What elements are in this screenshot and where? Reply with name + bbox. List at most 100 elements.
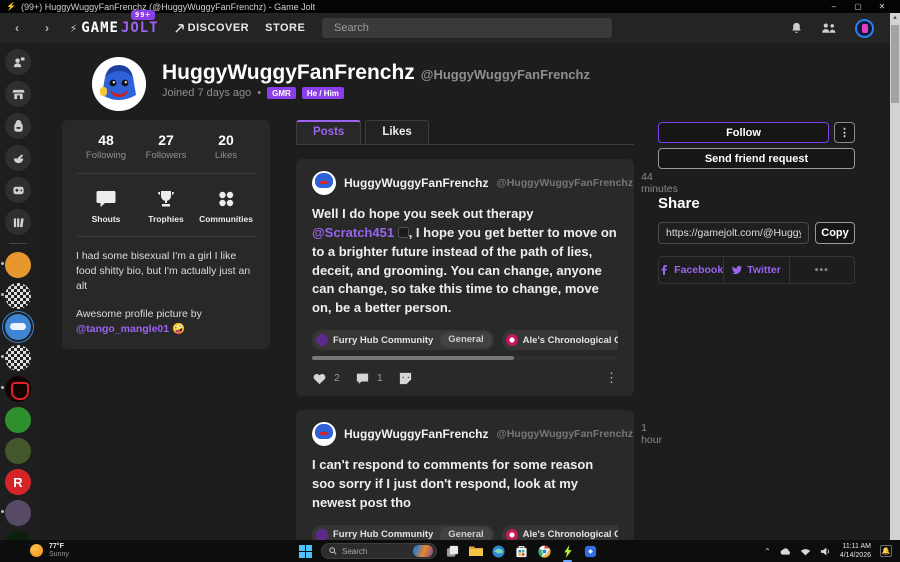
stat-followers[interactable]: 27 Followers (136, 132, 196, 161)
backpack-icon[interactable] (5, 113, 31, 139)
chevron-up-icon[interactable]: ⌃ (764, 547, 771, 556)
forward-arrow-icon[interactable]: › (40, 21, 54, 35)
community-tag[interactable]: Ale's Chronological Chaos World TeamGene… (501, 524, 618, 540)
communities-icon (219, 191, 234, 207)
profile-options-button[interactable]: ⋮ (834, 122, 855, 143)
clock-time: 11:11 AM (842, 542, 871, 550)
avatar-green-character[interactable] (5, 407, 31, 433)
mention-link[interactable]: @Scratch451 (312, 225, 394, 240)
maximize-button[interactable]: ▢ (846, 0, 870, 13)
community-tag[interactable]: Ale's Chronological Chaos World TeamGene… (501, 330, 618, 351)
post-author-avatar[interactable] (312, 422, 336, 447)
post-author-avatar[interactable] (312, 171, 336, 195)
onedrive-cloud-icon[interactable] (780, 546, 791, 557)
taskbar-weather-widget[interactable]: 77°F Sunny (30, 542, 69, 559)
mention-avatar-chip (397, 226, 409, 238)
gamejolt-taskbar-icon[interactable] (560, 544, 575, 562)
unread-dot (1, 355, 4, 358)
task-view-icon[interactable] (445, 544, 460, 559)
minimize-button[interactable]: – (822, 0, 846, 13)
nav-discover[interactable]: DISCOVER (175, 22, 249, 34)
avatar-roblox-r[interactable]: R (5, 469, 31, 495)
communities-button[interactable]: Communities (196, 188, 256, 224)
post-timestamp[interactable]: 1 hour (641, 422, 662, 446)
trophies-button[interactable]: Trophies (136, 188, 196, 224)
search-input[interactable] (322, 18, 612, 38)
community-tag[interactable]: Furry Hub Community General (312, 524, 494, 540)
speaker-icon[interactable] (820, 546, 831, 557)
shouts-button[interactable]: Shouts (76, 188, 136, 224)
friends-icon[interactable] (821, 22, 837, 34)
profile-avatar[interactable] (92, 57, 146, 111)
gamejolt-bolt-icon: ⚡ (6, 2, 16, 11)
library-icon[interactable] (5, 209, 31, 235)
edge-icon[interactable] (491, 544, 506, 559)
avatar-pixel-2[interactable] (5, 345, 31, 371)
ms-store-icon[interactable] (514, 544, 529, 559)
stat-likes[interactable]: 20 Likes (196, 132, 256, 161)
scrollbar-thumb[interactable] (891, 25, 899, 103)
logo-game-text: GAME (81, 20, 119, 36)
tags-scrollbar[interactable] (312, 356, 618, 361)
community-tag[interactable]: Furry Hub Community General (312, 330, 494, 351)
stat-following[interactable]: 48 Following (76, 132, 136, 161)
like-icon[interactable] (312, 371, 327, 386)
avatar-blue-cloud[interactable] (5, 314, 31, 340)
avatar-orange-emoji[interactable] (5, 252, 31, 278)
notification-count-badge: 99+ (131, 10, 155, 20)
file-explorer-icon[interactable] (468, 544, 483, 559)
copy-button[interactable]: Copy (815, 222, 855, 244)
share-url-input[interactable] (658, 222, 809, 244)
twitter-icon (732, 265, 743, 275)
stats-row: 48 Following 27 Followers 20 Likes (76, 132, 256, 174)
start-icon[interactable] (298, 544, 313, 559)
tab-likes[interactable]: Likes (365, 120, 429, 144)
search-icon (329, 547, 337, 555)
avatar-red-lineart[interactable] (5, 376, 31, 402)
profile-actions-row: Shouts Trophies Communities (76, 174, 256, 237)
wifi-icon[interactable] (800, 546, 811, 557)
post-body: Well I do hope you seek out therapy @Scr… (312, 206, 617, 316)
comment-icon[interactable] (355, 371, 370, 386)
taskbar-search[interactable]: Search (321, 543, 437, 559)
chrome-icon[interactable] (537, 544, 552, 559)
profile-bio: I had some bisexual I'm a girl I like fo… (76, 237, 256, 337)
avatar-pixel-scene[interactable] (5, 500, 31, 526)
gamejolt-logo[interactable]: ⚡ GAME JOLT 99+ (70, 10, 159, 36)
avatar-camo-character[interactable] (5, 438, 31, 464)
post-author-name[interactable]: HuggyWuggyFanFrenchz (344, 427, 488, 441)
avatar-pixel-1[interactable] (5, 283, 31, 309)
shop-icon[interactable] (5, 81, 31, 107)
games-icon[interactable] (5, 177, 31, 203)
taskbar-clock[interactable]: 11:11 AM 4/14/2026 (840, 542, 871, 561)
follow-button[interactable]: Follow (658, 122, 829, 143)
send-friend-request-button[interactable]: Send friend request (658, 148, 855, 169)
post-author-name[interactable]: HuggyWuggyFanFrenchz (344, 176, 488, 190)
window-scrollbar[interactable]: ▲ (890, 13, 900, 540)
back-arrow-icon[interactable]: ‹ (10, 21, 24, 35)
share-more-button[interactable]: ••• (788, 257, 854, 283)
close-button[interactable]: ✕ (870, 0, 894, 13)
post-options-kebab[interactable]: ⋮ (605, 370, 618, 386)
notification-center-icon[interactable]: 🔔 (880, 545, 892, 557)
avatar-partial[interactable] (5, 531, 31, 540)
profile-name: HuggyWuggyFanFrenchz @HuggyWuggyFanFrench… (162, 61, 590, 84)
user-avatar[interactable] (855, 18, 874, 38)
window-title: (99+) HuggyWuggyFanFrenchz (@HuggyWuggyF… (20, 1, 316, 12)
share-twitter-button[interactable]: Twitter (723, 257, 788, 283)
share-facebook-button[interactable]: Facebook (659, 257, 723, 283)
share-social-row: Facebook Twitter ••• (658, 256, 855, 284)
scroll-up-arrow[interactable]: ▲ (890, 13, 900, 23)
feed-icon[interactable] (5, 49, 31, 75)
bio-credit-link[interactable]: @tango_mangle01 (76, 323, 169, 335)
share-title: Share (658, 195, 700, 212)
quests-icon[interactable] (5, 145, 31, 171)
top-navbar: ‹ › ⚡ GAME JOLT 99+ DISCOVER STORE ⋮ (0, 10, 890, 43)
bell-icon[interactable] (790, 22, 803, 35)
post-body: I can't respond to comments for some rea… (312, 457, 594, 510)
nav-store[interactable]: STORE (265, 22, 305, 34)
tab-posts[interactable]: Posts (296, 120, 362, 144)
sticker-icon[interactable] (398, 371, 413, 386)
blue-app-icon[interactable] (583, 544, 598, 559)
bolt-icon: ⚡ (70, 21, 79, 35)
